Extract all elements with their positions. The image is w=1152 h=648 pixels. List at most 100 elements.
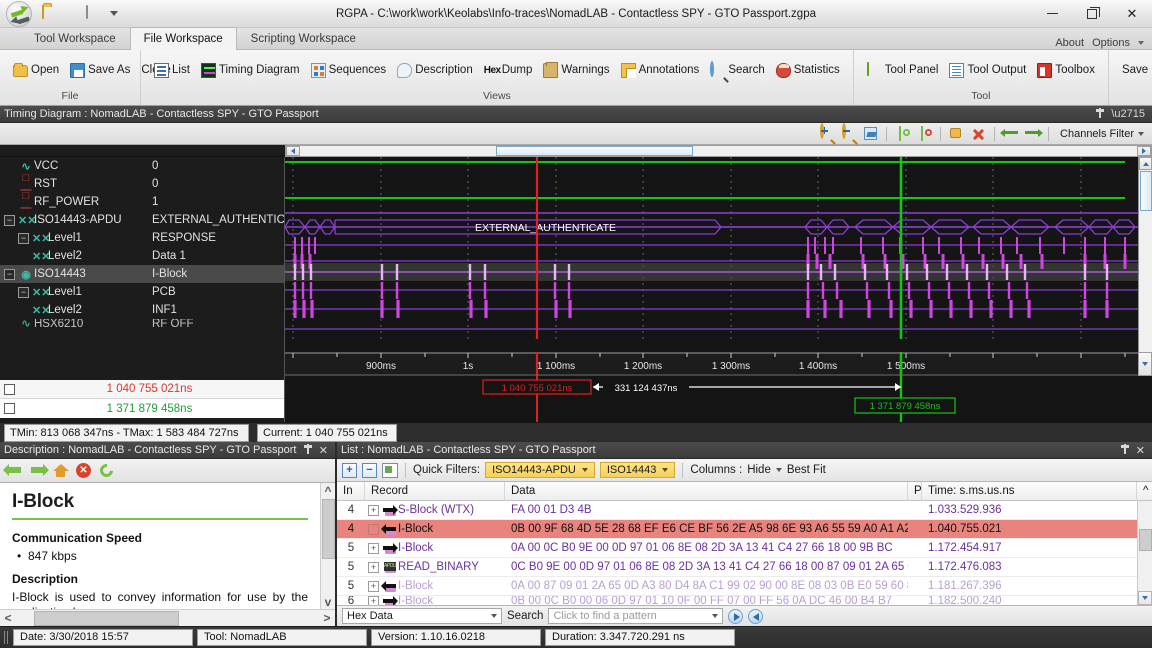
open-button[interactable]: Open: [9, 61, 63, 80]
collapse-expander-icon[interactable]: −: [18, 232, 29, 244]
zoom-in-icon[interactable]: [818, 123, 835, 142]
pin-icon[interactable]: [1096, 108, 1105, 118]
maximize-restore-button[interactable]: [1072, 0, 1112, 28]
table-row[interactable]: 6 + I-Block 0B 00 0C B0 00 06 0D 97 01 1…: [337, 596, 1137, 605]
more-caret-icon[interactable]: [110, 11, 118, 16]
disc-icon[interactable]: [64, 6, 80, 22]
cursor-red-checkbox[interactable]: [4, 383, 15, 395]
forward-arrow-icon[interactable]: [29, 462, 49, 479]
quick-filter-iso14443[interactable]: ISO14443: [599, 462, 676, 478]
cursor-red-row[interactable]: 1 040 755 021ns: [0, 380, 284, 399]
timing-scroll-track[interactable]: [285, 144, 1152, 157]
home-icon[interactable]: [52, 462, 69, 479]
collapse-expander-icon[interactable]: −: [18, 286, 29, 298]
scroll-right-button[interactable]: >: [319, 611, 335, 626]
refresh-icon[interactable]: [97, 461, 116, 480]
tab-file-workspace[interactable]: File Workspace: [129, 27, 237, 50]
timing-vertical-scrollbar[interactable]: [1138, 157, 1152, 352]
table-row[interactable]: 5 + APDU READ_BINARY 0C B0 9E 00 0D 97 0…: [337, 558, 1137, 577]
channel-row[interactable]: ∿ VCC 0: [0, 157, 284, 175]
delete-x-icon[interactable]: [970, 125, 987, 142]
description-horizontal-scrollbar[interactable]: < >: [0, 609, 335, 626]
table-row[interactable]: 4 + S-Block (WTX) FA 00 01 D3 4B 1.033.5…: [337, 501, 1137, 520]
description-view-button[interactable]: Description: [393, 61, 477, 80]
close-icon[interactable]: ✕: [1136, 444, 1145, 457]
time-axis[interactable]: 900ms 1s 1 100ms 1 200ms 1 300ms 1 400ms…: [285, 352, 1152, 376]
column-header-in[interactable]: In: [337, 481, 365, 501]
warnings-view-button[interactable]: Warnings: [539, 61, 613, 80]
row-expander[interactable]: +: [368, 596, 379, 605]
row-expander[interactable]: +: [368, 561, 379, 573]
list-view-button[interactable]: List: [150, 61, 194, 80]
square-icon[interactable]: [86, 4, 102, 22]
export-icon[interactable]: [382, 462, 398, 478]
save-as-button[interactable]: Save As: [66, 61, 134, 80]
collapse-all-button[interactable]: −: [362, 462, 377, 478]
channels-filter-dropdown[interactable]: Channels Filter: [1056, 128, 1148, 140]
tab-tool-workspace[interactable]: Tool Workspace: [20, 27, 130, 49]
back-arrow-icon[interactable]: [3, 462, 23, 479]
timing-scroll-left-button[interactable]: [286, 145, 300, 156]
description-hscroll-thumb[interactable]: [34, 610, 179, 626]
waveform-area[interactable]: EXTERNAL_AUTHENTICATE: [285, 157, 1138, 352]
close-icon[interactable]: \u2715: [1111, 108, 1145, 120]
table-row[interactable]: 5 + I-Block 0A 00 0C B0 9E 00 0D 97 01 0…: [337, 539, 1137, 558]
channel-row-hsx6210[interactable]: ∿ HSX6210 RF OFF: [0, 319, 284, 328]
row-expander[interactable]: [368, 523, 379, 535]
channel-row[interactable]: □— RF_POWER 1: [0, 190, 284, 214]
channel-row-level2[interactable]: ✕✕ Level2 Data 1: [0, 247, 284, 265]
timing-vscroll-thumb[interactable]: [1139, 171, 1152, 211]
table-row[interactable]: 5 + I-Block 0A 00 87 09 01 2A 65 0D A3 8…: [337, 577, 1137, 596]
channel-row[interactable]: □— RST 0: [0, 172, 284, 196]
table-row[interactable]: 4 I-Block 0B 00 9F 68 4D 5E 28 68 EF E6 …: [337, 520, 1137, 539]
columns-best-fit-button[interactable]: Best Fit: [787, 464, 826, 476]
sequences-view-button[interactable]: Sequences: [307, 61, 391, 80]
minimize-button[interactable]: [1032, 0, 1072, 28]
open-folder-icon[interactable]: [42, 4, 58, 22]
quick-filter-iso14443-apdu[interactable]: ISO14443-APDU: [485, 462, 595, 478]
channel-row-level1[interactable]: − ✕✕ Level1 RESPONSE: [0, 229, 284, 247]
column-header-time[interactable]: Time: s.ms.us.ns: [922, 481, 1137, 501]
stop-icon[interactable]: ✕: [75, 462, 92, 479]
expand-all-button[interactable]: +: [342, 462, 357, 478]
channel-row-iso14443-apdu[interactable]: − ✕✕ ISO14443-APDU EXTERNAL_AUTHENTIC: [0, 211, 284, 229]
collapse-expander-icon[interactable]: −: [4, 214, 15, 226]
scroll-down-button[interactable]: [1138, 352, 1152, 376]
options-caret-icon[interactable]: [1138, 41, 1144, 45]
tool-panel-button[interactable]: Tool Panel: [863, 61, 943, 80]
close-button[interactable]: ✕: [1112, 0, 1152, 28]
cursor-green-checkbox[interactable]: [4, 403, 15, 414]
column-header-data[interactable]: Data: [505, 481, 908, 501]
about-link[interactable]: About: [1055, 37, 1084, 49]
statistics-view-button[interactable]: Statistics: [772, 61, 844, 80]
channel-row-level2-b[interactable]: ✕✕ Level2 INF1: [0, 301, 284, 319]
search-next-icon[interactable]: [728, 608, 744, 624]
column-header-p[interactable]: P: [908, 481, 922, 501]
timing-diagram-view-button[interactable]: Timing Diagram: [197, 61, 304, 80]
timing-horizontal-scrollbar[interactable]: [0, 144, 1152, 157]
row-expander[interactable]: +: [368, 504, 379, 516]
row-expander[interactable]: +: [368, 580, 379, 592]
collapse-expander-icon[interactable]: −: [4, 268, 15, 280]
columns-hide-button[interactable]: Hide: [747, 464, 771, 476]
hex-data-dropdown[interactable]: Hex Data: [342, 608, 502, 624]
scroll-up-button[interactable]: ^: [320, 483, 336, 498]
zoom-fit-icon[interactable]: [862, 125, 879, 142]
channel-row-iso14443[interactable]: − ◉ ISO14443 I-Block: [0, 265, 284, 283]
scroll-down-button[interactable]: v: [320, 594, 336, 609]
column-header-record[interactable]: Record: [365, 481, 505, 501]
row-expander[interactable]: +: [368, 542, 379, 554]
timing-scroll-thumb[interactable]: [496, 145, 693, 156]
search-view-button[interactable]: Search: [706, 60, 768, 80]
list-vscroll-thumb[interactable]: [1138, 529, 1152, 551]
next-arrow-icon[interactable]: [1024, 125, 1044, 142]
toolbox-button[interactable]: Toolbox: [1033, 61, 1099, 80]
hand-icon[interactable]: [948, 125, 965, 142]
hex-dump-view-button[interactable]: Hex Dump: [480, 61, 537, 80]
scroll-up-button[interactable]: [1139, 157, 1152, 170]
tab-scripting-workspace[interactable]: Scripting Workspace: [237, 27, 370, 49]
scroll-down-button[interactable]: [1138, 591, 1152, 605]
list-vertical-scrollbar[interactable]: [1137, 501, 1152, 605]
pin-icon[interactable]: [1120, 443, 1129, 454]
annotations-view-button[interactable]: Annotations: [617, 61, 704, 80]
